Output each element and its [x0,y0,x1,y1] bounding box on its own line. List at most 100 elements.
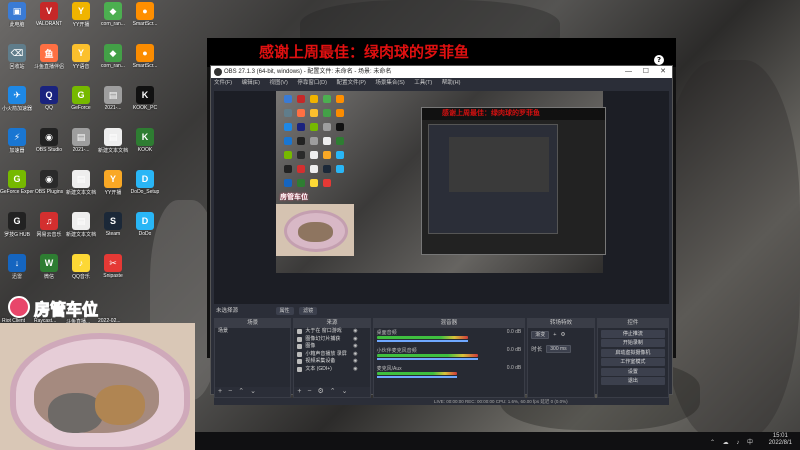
source-item[interactable]: 大于在 窗口游戏 ◉ [294,328,369,336]
studio-mode-button[interactable]: 工作室模式 [600,358,666,366]
source-type-icon [297,366,303,372]
desktop-icon[interactable]: ● SmartScr... [130,44,160,74]
source-item[interactable]: 小箱声音播放 录屏 ◉ [294,351,369,359]
desktop-icon[interactable]: Q QQ [34,86,64,116]
desktop-icon[interactable]: ▤ 2021-... [98,86,128,116]
gear-icon[interactable]: ⚙ [560,332,565,338]
desktop-icon[interactable]: G 罗技G HUB [2,212,32,242]
menu-scene-collection[interactable]: 场景集合(S) [375,80,404,86]
desktop-icon[interactable]: V VALORANT [34,2,64,32]
app-icon: Q [40,86,58,104]
desktop-icon[interactable]: ▤ 新建文本文档 [66,212,96,242]
desktop-icon[interactable]: ▣ 此电脑 [2,2,32,32]
desktop-icon[interactable]: ↓ 迅雷 [2,254,32,284]
desktop-icon[interactable]: Y YY开播 [66,2,96,32]
source-item[interactable]: 文本 (GDI+) ◉ [294,366,369,374]
controls-buttons: 停止推流 开始录制 启动虚拟摄像机 工作室模式 设置 退出 [598,329,668,385]
eye-icon[interactable]: ◉ [353,328,357,336]
desktop-icon[interactable]: GGeForce Experience [0,170,34,200]
desktop-icon[interactable]: 鱼斗鱼直播伴侣 [34,44,64,74]
remove-icon[interactable]: − [307,388,311,395]
app-icon: ↓ [8,254,26,272]
close-button[interactable]: ✕ [660,66,666,78]
context-bar: 未选择源 属性 滤镜 [214,306,669,317]
menu-tools[interactable]: 工具(T) [414,80,432,86]
volume-slider[interactable] [376,358,479,360]
settings-button[interactable]: 设置 [600,367,666,376]
obs-logo-icon [214,68,222,76]
eye-icon[interactable]: ◉ [353,358,357,366]
up-icon[interactable]: ⌃ [330,388,336,395]
menu-view[interactable]: 视图(V) [269,80,287,86]
scene-item[interactable]: 场景 [215,328,290,336]
start-recording-button[interactable]: 开始录制 [600,339,666,347]
add-icon[interactable]: + [297,388,301,395]
desktop-icon[interactable]: ▤ 新建文本文档 [66,170,96,200]
start-virtual-camera-button[interactable]: 启动虚拟摄像机 [600,348,666,357]
exit-button[interactable]: 退出 [600,377,666,385]
down-icon[interactable]: ⌄ [342,388,348,395]
filters-button[interactable]: 滤镜 [299,307,318,315]
up-icon[interactable]: ⌃ [238,388,244,395]
eye-icon[interactable]: ◉ [353,366,357,374]
menu-profile[interactable]: 配置文件(P) [336,80,365,86]
add-icon[interactable]: + [218,388,222,395]
preview-desktop-icon [310,95,318,103]
preview-desktop-icon [284,123,292,131]
system-tray-icons[interactable]: ⌃ ☁ ♪ 中 [710,437,756,446]
maximize-button[interactable]: ☐ [643,66,649,78]
preview-canvas[interactable]: 感谢上周最佳：绿肉球的罗菲鱼 房管车位 [214,91,669,304]
minimize-button[interactable]: — [625,66,632,78]
preview-desktop-icon [297,109,305,117]
sticker-avatar [8,296,30,318]
menu-file[interactable]: 文件(F) [214,80,232,86]
desktop-icon[interactable]: ◉ OBS Studio [34,128,64,158]
desktop-icon[interactable]: ● SmartScr... [130,2,160,32]
eye-icon[interactable]: ◉ [353,343,357,351]
menu-help[interactable]: 帮助(H) [442,80,461,86]
desktop-icon[interactable]: ✂ Snipaste [98,254,128,284]
remove-icon[interactable]: − [228,388,232,395]
desktop-icon[interactable]: Y YY开播 [98,170,128,200]
duration-input[interactable]: 300 ms [546,345,571,353]
desktop-icon[interactable]: ◆ corn_ran... [98,44,128,74]
desktop-icon[interactable]: G GeForce [66,86,96,116]
desktop-icon[interactable]: ◉ OBS Plugins [34,170,64,200]
source-item[interactable]: 图像幻灯片捕获 ◉ [294,336,369,344]
desktop-icon[interactable]: ⚡ 加速器 [2,128,32,158]
volume-slider[interactable] [376,340,468,342]
volume-slider[interactable] [376,376,458,378]
desktop-icon[interactable]: ♫ 网易云音乐 [34,212,64,242]
desktop-icon[interactable]: ◆ corn_ran... [98,2,128,32]
stop-streaming-button[interactable]: 停止推流 [600,329,666,338]
eye-icon[interactable]: ◉ [353,336,357,344]
menu-docks[interactable]: 停靠窗口(D) [297,80,327,86]
desktop-icon[interactable]: ♪ QQ音乐 [66,254,96,284]
desktop-icon[interactable]: D DoDo_Setup [130,170,160,200]
app-icon: G [8,212,26,230]
desktop-icon[interactable]: ▤ 新建文本文档 [98,128,128,158]
desktop-icon[interactable]: K KOOK [130,128,160,158]
desktop-icon[interactable]: ⌫ 回收站 [2,44,32,74]
properties-button[interactable]: 属性 [275,307,294,315]
eye-icon[interactable]: ◉ [353,351,357,359]
add-icon[interactable]: + [553,332,556,338]
source-label: 图像 [305,343,316,349]
transition-select[interactable]: 渐变 [531,331,550,339]
gear-icon[interactable]: ⚙ [318,388,324,395]
desktop-icon[interactable]: S Steam [98,212,128,242]
help-icon[interactable]: ? [654,55,664,65]
source-item[interactable]: 图像 ◉ [294,343,369,351]
transitions-title: 转场特效 [528,319,594,328]
menu-edit[interactable]: 编辑(E) [242,80,260,86]
source-item[interactable]: 视频采集设备 ◉ [294,358,369,366]
desktop-icon[interactable]: K KOOK_PC [130,86,160,116]
desktop-icon[interactable]: D DoDo [130,212,160,242]
app-icon: ● [136,44,154,62]
desktop-icon[interactable]: W 微信 [34,254,64,284]
desktop-icon[interactable]: Y YY语音 [66,44,96,74]
clock[interactable]: 15:01 2022/8/1 [769,433,792,447]
desktop-icon[interactable]: ▤ 2021-... [66,128,96,158]
down-icon[interactable]: ⌄ [250,388,256,395]
desktop-icon[interactable]: ✈ 小火箭加速器 [2,86,32,116]
